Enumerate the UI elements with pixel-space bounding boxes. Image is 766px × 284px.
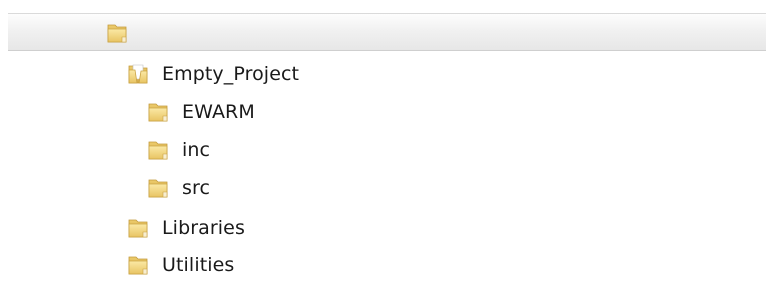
- tree-item-label: Utilities: [162, 253, 235, 276]
- tree-item-label: Libraries: [162, 216, 245, 239]
- tree-row-empty-project[interactable]: Empty_Project: [8, 55, 766, 93]
- tree-item-label: Empty_Project: [162, 62, 300, 85]
- tree-row-ewarm[interactable]: EWARM: [8, 93, 766, 131]
- tree-node-src[interactable]: src: [146, 169, 210, 207]
- tree-item-label: inc: [182, 138, 211, 161]
- tree-node-empty-project[interactable]: Empty_Project: [126, 55, 299, 93]
- tree-row-src[interactable]: src: [8, 169, 766, 207]
- folder-icon: [126, 215, 152, 241]
- folder-icon: [146, 137, 172, 163]
- folder-icon: [126, 252, 152, 278]
- folder-tree: Empty_Project EWARM inc src Libraries Ut…: [0, 0, 766, 282]
- tree-row-utilities[interactable]: Utilities: [8, 246, 766, 284]
- folder-icon: [105, 20, 131, 46]
- tree-node-inc[interactable]: inc: [146, 131, 210, 169]
- folder-open-icon: [126, 61, 152, 87]
- tree-item-label: src: [182, 176, 211, 199]
- tree-row-libraries[interactable]: Libraries: [8, 209, 766, 247]
- tree-node-utilities[interactable]: Utilities: [126, 246, 234, 284]
- folder-icon: [146, 99, 172, 125]
- tree-row-inc[interactable]: inc: [8, 131, 766, 169]
- tree-node-ewarm[interactable]: EWARM: [146, 93, 255, 131]
- tree-node-libraries[interactable]: Libraries: [126, 209, 245, 247]
- tree-node-root[interactable]: [105, 14, 141, 52]
- tree-item-label: EWARM: [182, 100, 255, 123]
- folder-icon: [146, 175, 172, 201]
- tree-row-root[interactable]: [8, 13, 766, 51]
